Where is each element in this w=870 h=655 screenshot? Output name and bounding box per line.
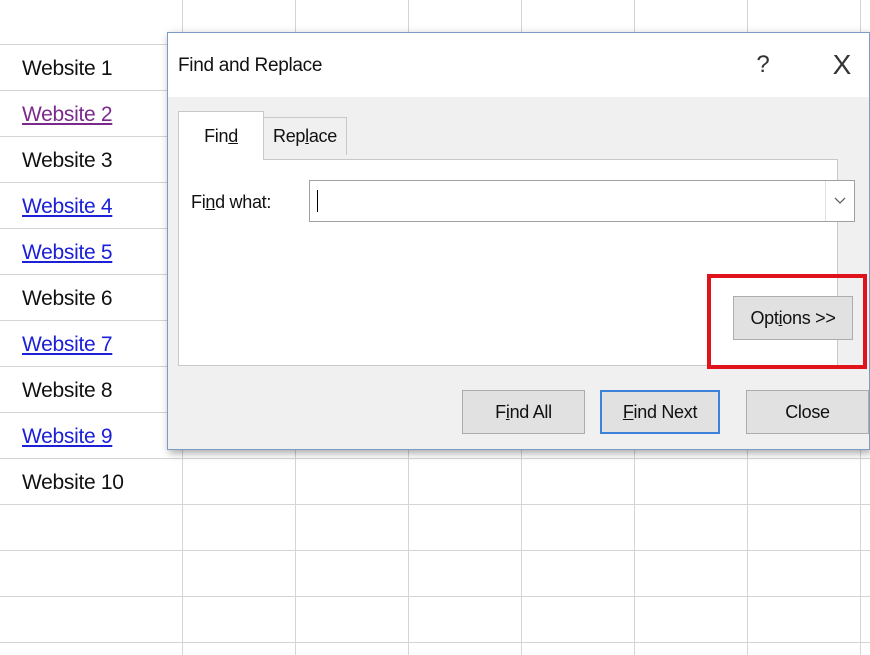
find-what-label: Find what: xyxy=(191,192,272,212)
find-next-button[interactable]: Find Next xyxy=(600,390,720,434)
find-all-button[interactable]: Fi nd All xyxy=(462,390,585,434)
cell-website-7[interactable]: Website 7 xyxy=(22,322,113,368)
cell-website-8[interactable]: Website 8 xyxy=(22,368,113,414)
options-button[interactable]: Opt i ons >> xyxy=(733,296,853,340)
grid-row-line xyxy=(0,642,870,643)
dialog-titlebar[interactable]: Find and Replace ? X xyxy=(168,33,869,97)
text-caret xyxy=(317,190,318,212)
help-button[interactable]: ? xyxy=(743,47,783,83)
cell-website-9[interactable]: Website 9 xyxy=(22,414,113,460)
close-icon[interactable]: X xyxy=(822,47,862,83)
cell-website-4[interactable]: Website 4 xyxy=(22,184,113,230)
cell-website-1[interactable]: Website 1 xyxy=(22,46,113,92)
cell-website-5[interactable]: Website 5 xyxy=(22,230,113,276)
grid-row-line xyxy=(0,458,870,459)
grid-row-line xyxy=(0,596,870,597)
find-what-combobox[interactable] xyxy=(309,180,855,222)
grid-row-line xyxy=(0,504,870,505)
dialog-title: Find and Replace xyxy=(178,55,323,76)
cell-website-10[interactable]: Website 10 xyxy=(22,460,124,506)
chevron-down-icon[interactable] xyxy=(825,181,854,221)
find-replace-dialog: Find and Replace ? X Rep l ace Fin d Find w… xyxy=(167,32,870,450)
tab-replace[interactable]: Rep l ace xyxy=(263,117,347,155)
cell-website-6[interactable]: Website 6 xyxy=(22,276,113,322)
cell-website-2[interactable]: Website 2 xyxy=(22,92,113,138)
close-button[interactable]: Close xyxy=(746,390,869,434)
tab-find[interactable]: Fin d xyxy=(178,111,264,160)
grid-row-line xyxy=(0,550,870,551)
find-what-input[interactable] xyxy=(310,181,820,221)
cell-website-3[interactable]: Website 3 xyxy=(22,138,113,184)
